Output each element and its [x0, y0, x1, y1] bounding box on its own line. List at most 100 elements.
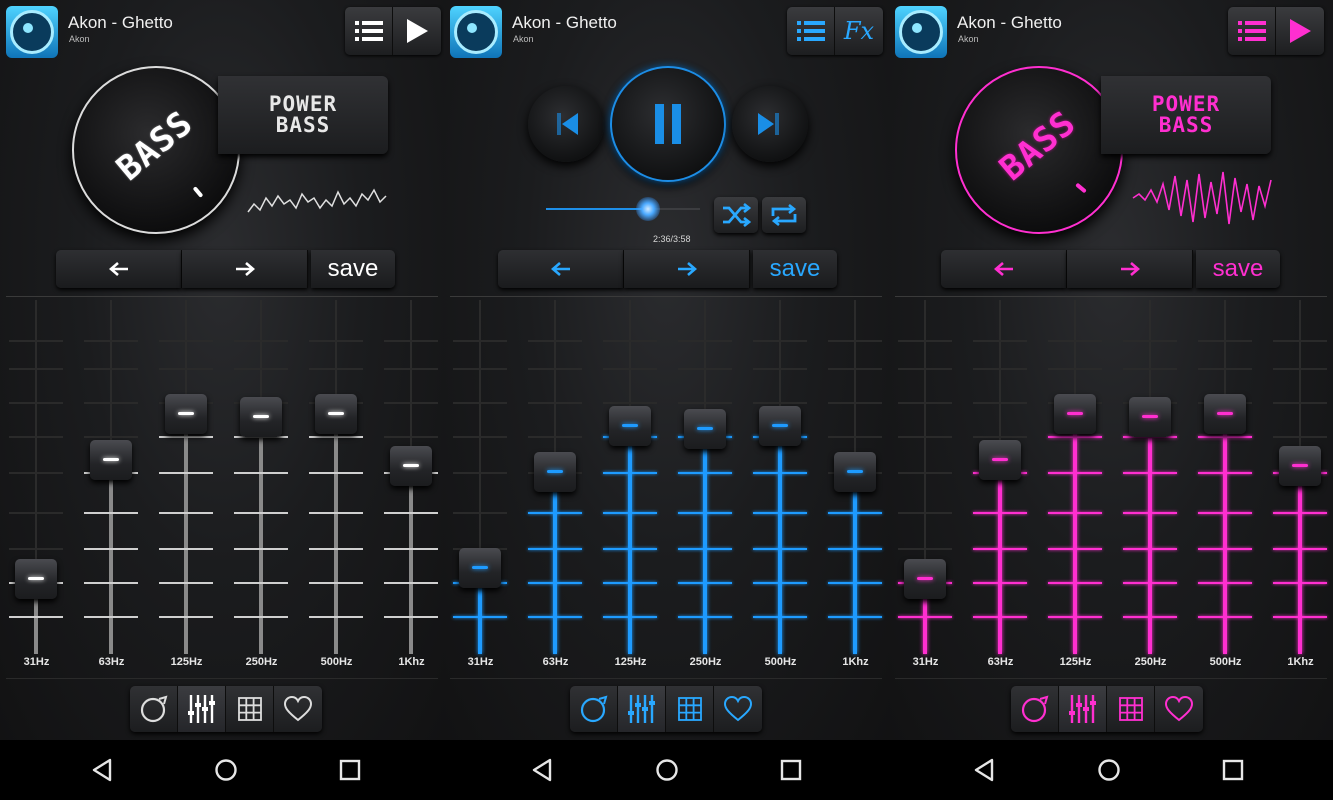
nav-back-button[interactable]: [526, 754, 558, 786]
nav-home-button[interactable]: [210, 754, 242, 786]
eq-band[interactable]: 63Hz: [74, 296, 149, 686]
save-button[interactable]: save: [1196, 250, 1280, 288]
recents-icon: [780, 759, 802, 781]
eq-slider-thumb[interactable]: [1204, 394, 1246, 434]
tab-equalizer[interactable]: [178, 686, 226, 732]
tab-bass[interactable]: [570, 686, 618, 732]
eq-slider-thumb[interactable]: [1129, 396, 1171, 437]
eq-slider-thumb[interactable]: [759, 405, 801, 446]
tab-equalizer[interactable]: [618, 686, 666, 732]
eq-band[interactable]: 250Hz: [1113, 296, 1188, 686]
tab-presets[interactable]: [226, 686, 274, 732]
eq-slider-thumb[interactable]: [15, 559, 57, 600]
seek-bar[interactable]: [546, 197, 700, 221]
eq-slider-thumb[interactable]: [165, 394, 207, 434]
eq-tick: [678, 548, 732, 550]
eq-slider-thumb[interactable]: [390, 446, 432, 487]
nav-recents-button[interactable]: [334, 754, 366, 786]
eq-slider-thumb[interactable]: [534, 452, 576, 492]
eq-slider-thumb[interactable]: [979, 440, 1021, 481]
nav-back-button[interactable]: [968, 754, 1000, 786]
next-preset-button[interactable]: [624, 250, 750, 288]
playlist-button[interactable]: [787, 7, 835, 55]
tab-favorites[interactable]: [1155, 686, 1203, 732]
eq-band[interactable]: 125Hz: [593, 296, 668, 686]
bass-knob[interactable]: BASS: [955, 66, 1123, 234]
eq-band[interactable]: 500Hz: [299, 296, 374, 686]
eq-slider-thumb[interactable]: [904, 559, 946, 600]
eq-slider-thumb[interactable]: [315, 394, 357, 434]
play-button[interactable]: [393, 7, 441, 55]
previous-track-button[interactable]: [528, 86, 604, 162]
eq-tick: [384, 548, 438, 550]
next-track-button[interactable]: [732, 86, 808, 162]
eq-band[interactable]: 125Hz: [1038, 296, 1113, 686]
tab-favorites[interactable]: [274, 686, 322, 732]
android-nav-bar: [0, 740, 1333, 800]
tab-favorites[interactable]: [714, 686, 762, 732]
eq-slider-thumb[interactable]: [240, 396, 282, 437]
eq-band[interactable]: 63Hz: [518, 296, 593, 686]
bottom-tabs: [570, 686, 762, 732]
play-button[interactable]: [1276, 7, 1324, 55]
eq-band[interactable]: 250Hz: [668, 296, 743, 686]
eq-slider-thumb[interactable]: [90, 440, 132, 481]
eq-slider-thumb[interactable]: [1279, 446, 1321, 487]
playlist-button[interactable]: [1228, 7, 1276, 55]
eq-level-fill: [628, 425, 632, 654]
nav-home-button[interactable]: [651, 754, 683, 786]
eq-tick: [973, 616, 1027, 618]
eq-slider-thumb[interactable]: [1054, 394, 1096, 434]
save-button[interactable]: save: [753, 250, 837, 288]
eq-slider-thumb[interactable]: [609, 405, 651, 446]
fx-icon: Fx: [843, 17, 875, 45]
eq-tick: [9, 548, 63, 550]
knob-label: BASS: [109, 103, 201, 189]
eq-band[interactable]: 1Khz: [1263, 296, 1333, 686]
eq-band[interactable]: 31Hz: [0, 296, 74, 686]
eq-tick: [84, 616, 138, 618]
nav-recents-button[interactable]: [775, 754, 807, 786]
save-button[interactable]: save: [311, 250, 395, 288]
seek-thumb[interactable]: [635, 197, 660, 221]
eq-band[interactable]: 31Hz: [889, 296, 963, 686]
eq-band[interactable]: 500Hz: [743, 296, 818, 686]
eq-slider-thumb[interactable]: [684, 408, 726, 449]
eq-band[interactable]: 1Khz: [374, 296, 444, 686]
tab-equalizer[interactable]: [1059, 686, 1107, 732]
nav-home-button[interactable]: [1093, 754, 1125, 786]
repeat-button[interactable]: [762, 197, 806, 233]
next-preset-button[interactable]: [182, 250, 308, 288]
playlist-button[interactable]: [345, 7, 393, 55]
eq-band[interactable]: 500Hz: [1188, 296, 1263, 686]
fx-button[interactable]: Fx: [835, 7, 883, 55]
tab-bass[interactable]: [1011, 686, 1059, 732]
eq-band[interactable]: 125Hz: [149, 296, 224, 686]
tab-bass[interactable]: [130, 686, 178, 732]
tab-presets[interactable]: [666, 686, 714, 732]
bass-knob[interactable]: BASS: [72, 66, 240, 234]
waveform: [247, 188, 387, 213]
tab-presets[interactable]: [1107, 686, 1155, 732]
eq-band[interactable]: 250Hz: [224, 296, 299, 686]
prev-preset-button[interactable]: [498, 250, 624, 288]
eq-tick: [1048, 340, 1102, 342]
shuffle-button[interactable]: [714, 197, 758, 233]
screen-pink-theme: Akon - Ghetto Akon BASS POWER BASS save …: [889, 0, 1333, 740]
eq-slider-thumb[interactable]: [834, 452, 876, 492]
eq-tick: [973, 340, 1027, 342]
eq-band[interactable]: 63Hz: [963, 296, 1038, 686]
eq-level-fill: [1148, 416, 1152, 654]
nav-back-button[interactable]: [86, 754, 118, 786]
prev-preset-button[interactable]: [941, 250, 1067, 288]
eq-slider-thumb[interactable]: [459, 547, 501, 588]
preset-bar: save: [498, 250, 837, 288]
nav-recents-button[interactable]: [1217, 754, 1249, 786]
eq-band-label: 250Hz: [689, 656, 722, 668]
eq-band[interactable]: 1Khz: [818, 296, 889, 686]
next-preset-button[interactable]: [1067, 250, 1193, 288]
pause-button[interactable]: [610, 66, 726, 182]
prev-preset-button[interactable]: [56, 250, 182, 288]
eq-band[interactable]: 31Hz: [444, 296, 518, 686]
thumb-dash: [1292, 464, 1308, 468]
